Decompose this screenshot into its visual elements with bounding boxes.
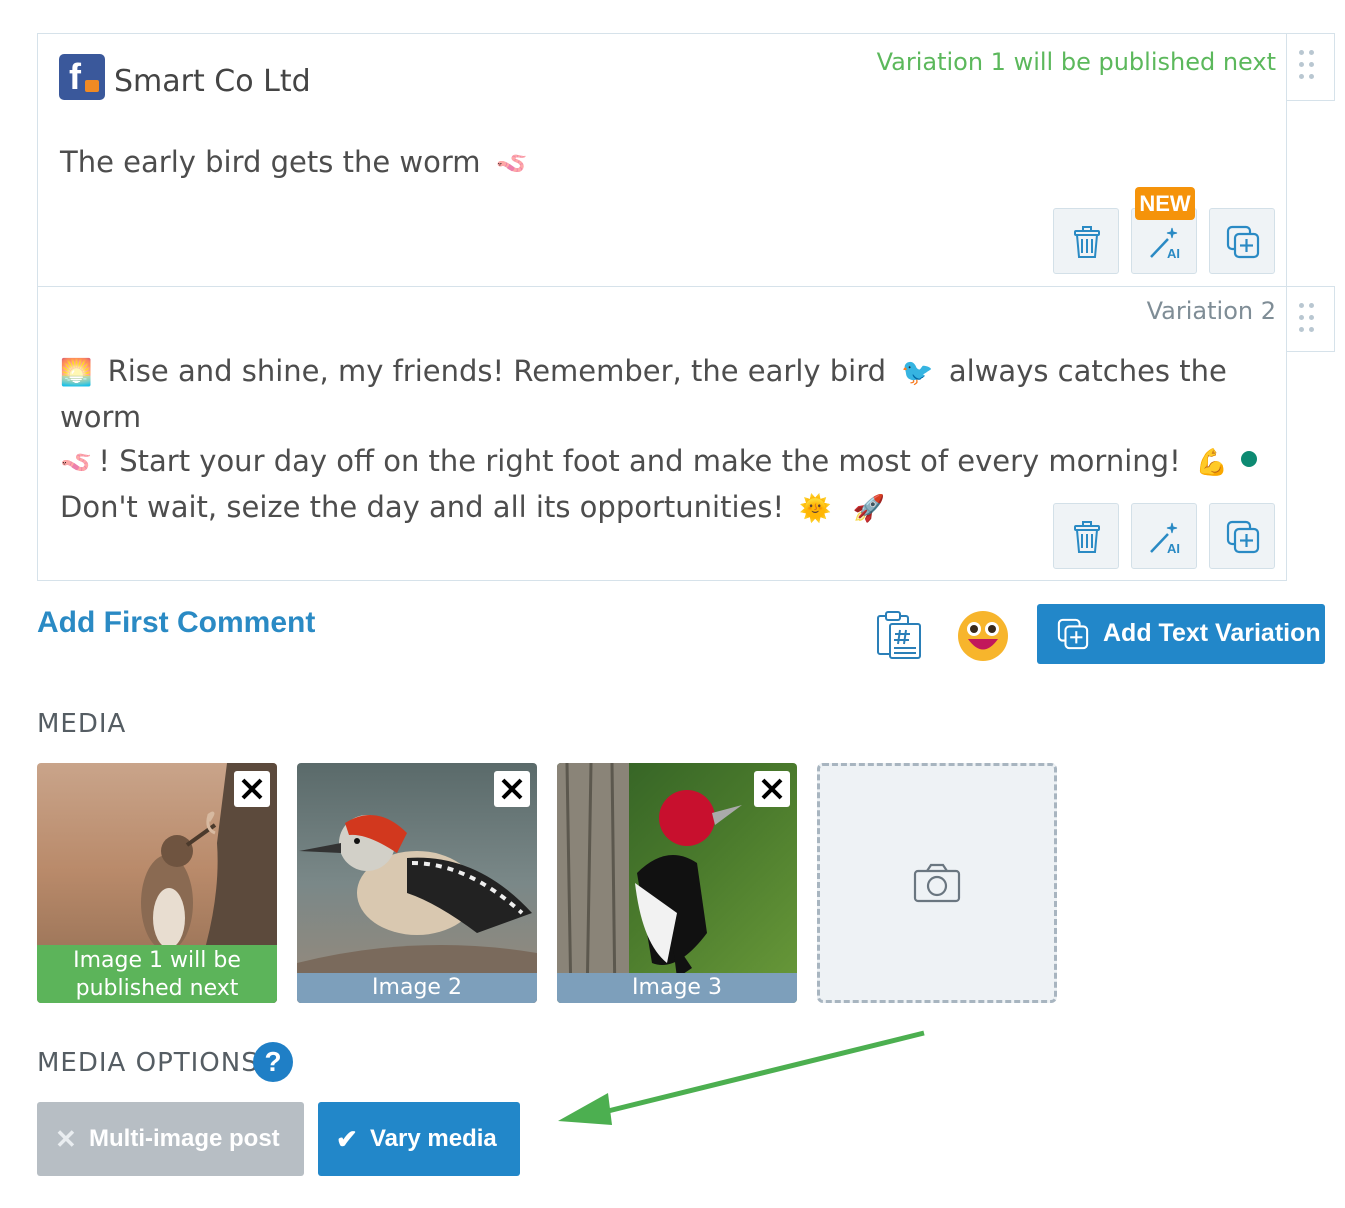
magic-wand-ai-icon: AI <box>1150 227 1180 261</box>
variation-1-text[interactable]: The early bird gets the worm 🪱 <box>60 140 534 186</box>
remove-image-1-button[interactable] <box>234 771 270 807</box>
image-3-caption: Image 3 <box>557 973 797 1003</box>
image-1-caption-line-2: published next <box>75 976 239 1001</box>
account-name: Smart Co Ltd <box>114 64 311 99</box>
media-thumbnail-3[interactable]: Image 3 <box>557 763 797 1003</box>
variation-2-delete-button[interactable] <box>1053 503 1119 569</box>
add-text-variation-button[interactable]: Add Text Variation <box>1037 604 1325 664</box>
media-thumbnail-2[interactable]: Image 2 <box>297 763 537 1003</box>
close-icon <box>761 778 783 800</box>
status-dot <box>1241 451 1257 467</box>
variation-2-drag-handle[interactable] <box>1287 286 1335 352</box>
image-1-caption-line-1: Image 1 will be <box>73 948 241 973</box>
camera-icon <box>913 863 961 903</box>
duplicate-plus-icon <box>1057 618 1089 650</box>
variation-1-duplicate-button[interactable] <box>1209 208 1275 274</box>
close-icon <box>241 778 263 800</box>
variation-1-status: Variation 1 will be published next <box>876 48 1276 76</box>
trash-icon <box>1074 521 1100 553</box>
rocket-emoji: 🚀 <box>852 494 886 524</box>
trash-icon <box>1074 226 1100 258</box>
emoji-picker-button[interactable] <box>957 610 1009 667</box>
multi-image-post-button[interactable]: ✕ Multi-image post <box>37 1102 304 1176</box>
media-options-title: MEDIA OPTIONS <box>37 1048 259 1078</box>
sun-face-emoji: 🌞 <box>799 494 832 524</box>
x-icon: ✕ <box>55 1124 77 1154</box>
worm-emoji: 🪱 <box>495 149 529 179</box>
bird-emoji: 🐦 <box>901 358 934 388</box>
svg-text:AI: AI <box>1167 246 1180 261</box>
add-media-dropzone[interactable] <box>817 763 1057 1003</box>
variation-2-duplicate-button[interactable] <box>1209 503 1275 569</box>
media-title: MEDIA <box>37 709 127 739</box>
variation-1-drag-handle[interactable] <box>1287 33 1335 101</box>
variation-1-delete-button[interactable] <box>1053 208 1119 274</box>
add-first-comment-link[interactable]: Add First Comment <box>37 606 315 640</box>
remove-image-3-button[interactable] <box>754 771 790 807</box>
add-text-variation-label: Add Text Variation <box>1103 619 1321 647</box>
drag-dots-icon <box>1299 50 1319 84</box>
check-icon: ✔ <box>336 1124 358 1154</box>
grinning-face-icon <box>958 611 1008 661</box>
variation-2-line-1: Rise and shine, my friends! Remember, th… <box>107 354 887 388</box>
sunrise-emoji: 🌅 <box>60 358 93 388</box>
multi-image-post-label: Multi-image post <box>89 1125 280 1152</box>
variation-2-status: Variation 2 <box>1146 297 1276 325</box>
duplicate-plus-icon <box>1226 225 1260 259</box>
variation-2-ai-button[interactable]: AI <box>1131 503 1197 569</box>
media-thumbnail-1[interactable]: Image 1 will be published next <box>37 763 277 1003</box>
duplicate-plus-icon <box>1226 520 1260 554</box>
hashtag-clipboard-button[interactable] <box>874 610 924 665</box>
svg-text:AI: AI <box>1167 541 1180 556</box>
facebook-page-icon: f <box>59 54 105 100</box>
drag-dots-icon <box>1299 303 1319 337</box>
vary-media-button[interactable]: ✔ Vary media <box>318 1102 520 1176</box>
new-badge: NEW <box>1135 187 1195 220</box>
annotation-arrow <box>558 1030 925 1125</box>
variation-2-line-3: Don't wait, seize the day and all its op… <box>60 490 785 524</box>
vary-media-label: Vary media <box>370 1125 497 1152</box>
variation-2-line-2: ! Start your day off on the right foot a… <box>98 444 1181 478</box>
magic-wand-ai-icon: AI <box>1150 522 1180 556</box>
help-icon[interactable]: ? <box>253 1042 293 1082</box>
hashtag-clipboard-icon <box>877 611 921 659</box>
flexed-biceps-emoji: 💪 <box>1195 448 1229 478</box>
worm-emoji: 🪱 <box>60 448 93 478</box>
image-1-caption: Image 1 will be published next <box>37 945 277 1003</box>
close-icon <box>501 778 523 800</box>
variation-1-text-body: The early bird gets the worm <box>60 145 481 179</box>
image-2-caption: Image 2 <box>297 973 537 1003</box>
remove-image-2-button[interactable] <box>494 771 530 807</box>
